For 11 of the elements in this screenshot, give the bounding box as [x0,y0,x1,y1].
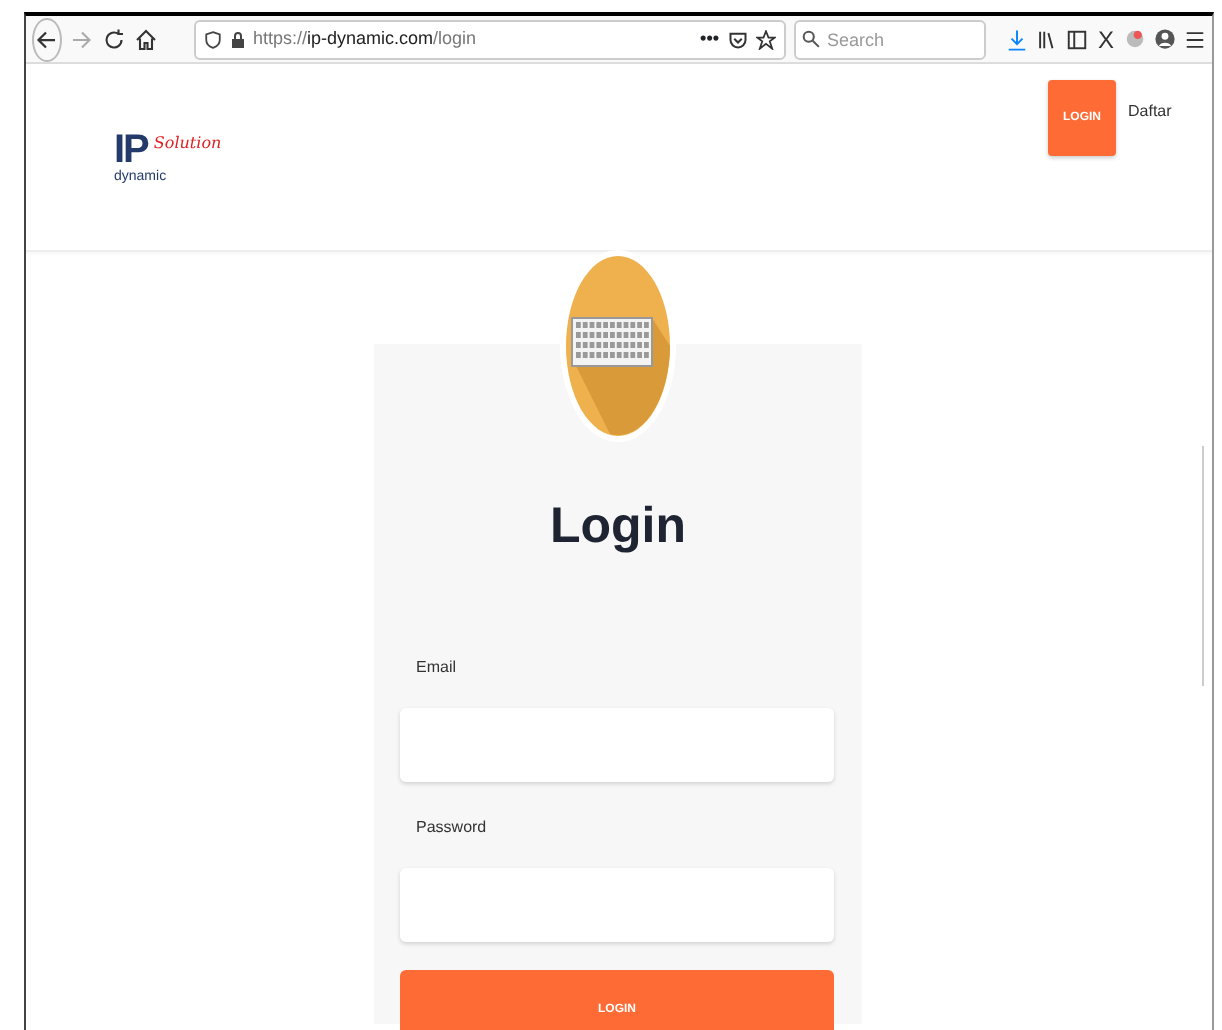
address-bar[interactable]: https://ip-dynamic.com/login ••• [193,19,785,59]
page-actions-button[interactable]: ••• [700,25,719,53]
logo-text: IP [114,130,148,170]
logo-script: Solution [153,136,222,152]
extension-button[interactable]: X [1096,21,1116,57]
url-text: https://ip-dynamic.com/login [253,25,479,52]
field-label: Email [416,656,457,680]
field-label: Password [416,816,487,840]
login-title: Login [547,496,689,556]
register-link[interactable]: Daftar [1128,100,1172,124]
search-field[interactable]: Search [793,19,985,59]
